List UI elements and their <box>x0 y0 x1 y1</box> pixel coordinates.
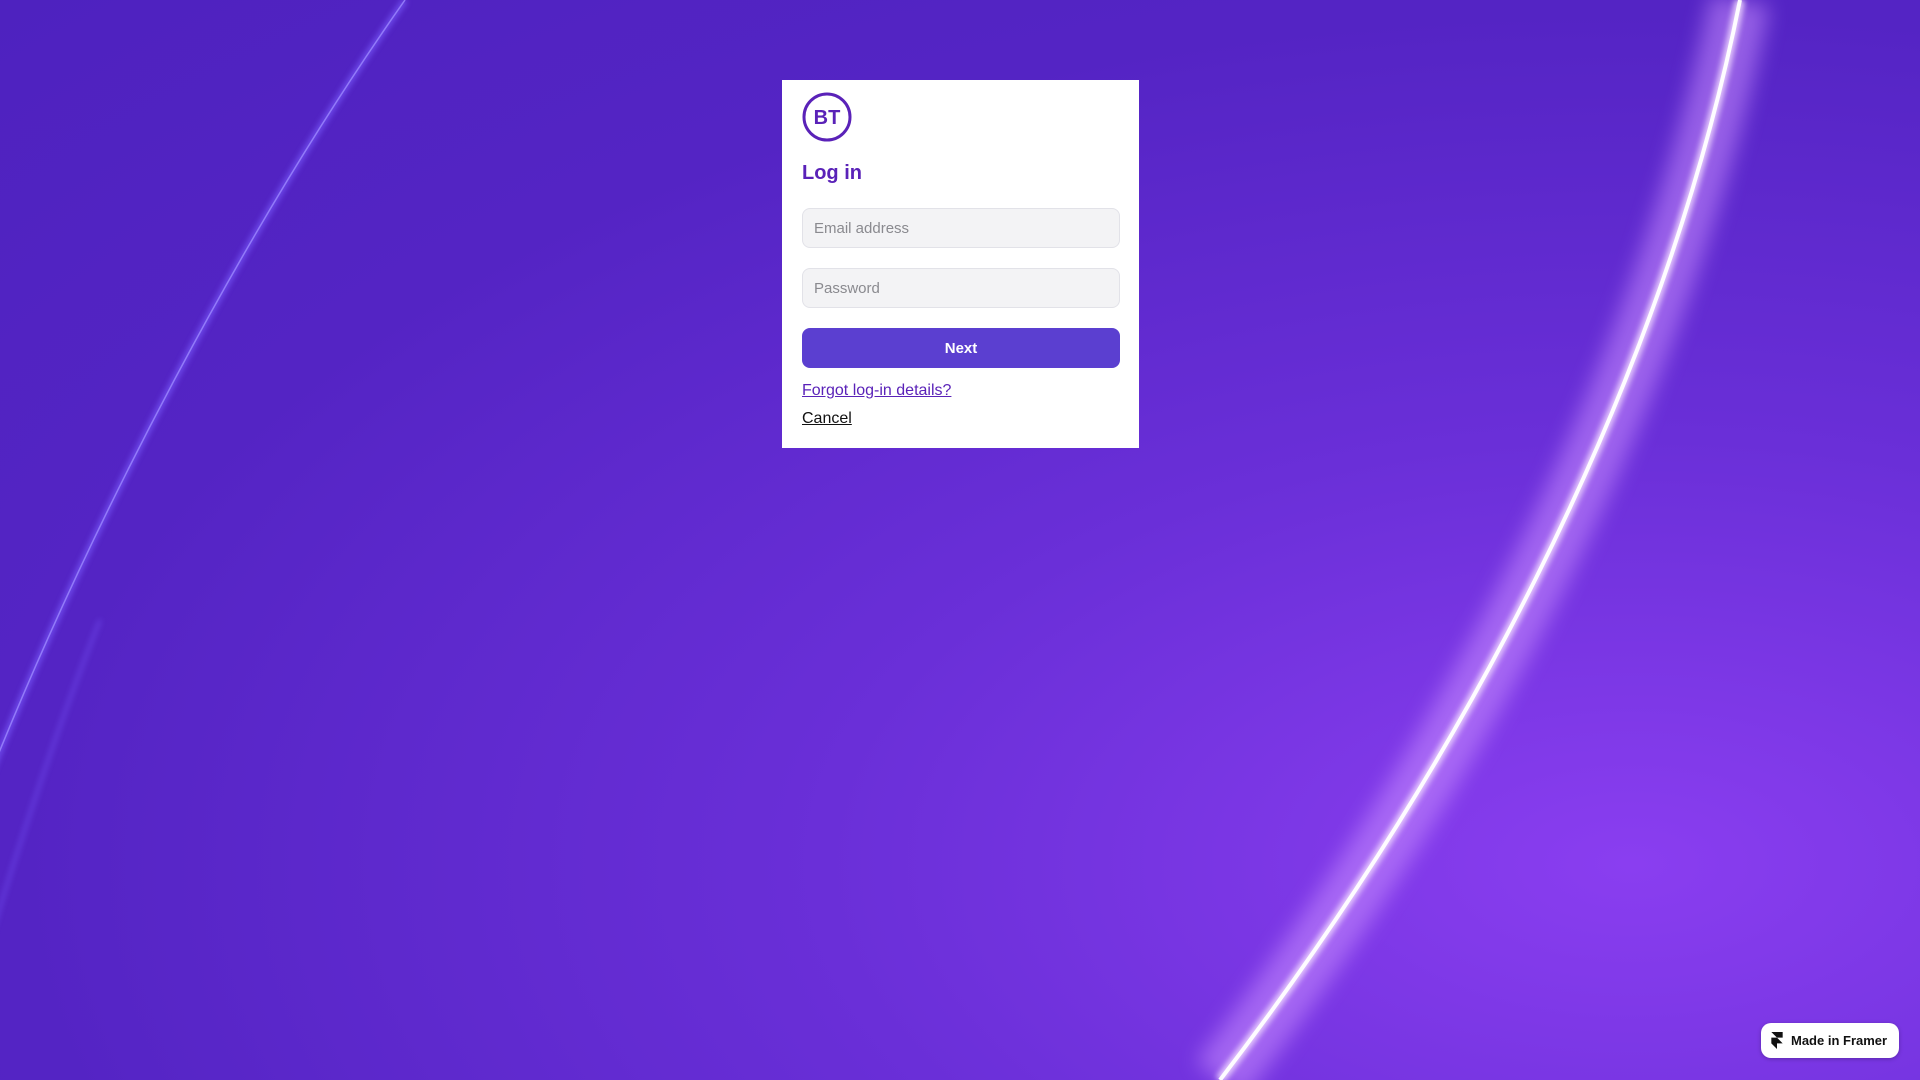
bt-logo: BT <box>802 92 852 142</box>
cancel-link[interactable]: Cancel <box>802 410 852 428</box>
next-button[interactable]: Next <box>802 328 1120 368</box>
made-in-framer-badge[interactable]: Made in Framer <box>1761 1023 1899 1058</box>
bt-logo-text: BT <box>814 107 841 129</box>
login-card: BT Log in Next Forgot log-in details? Ca… <box>782 80 1139 448</box>
page-title: Log in <box>802 162 862 184</box>
badge-label: Made in Framer <box>1791 1033 1888 1048</box>
email-field[interactable] <box>802 208 1120 248</box>
password-field[interactable] <box>802 268 1120 308</box>
framer-icon <box>1771 1032 1783 1049</box>
forgot-login-link[interactable]: Forgot log-in details? <box>802 382 1119 400</box>
